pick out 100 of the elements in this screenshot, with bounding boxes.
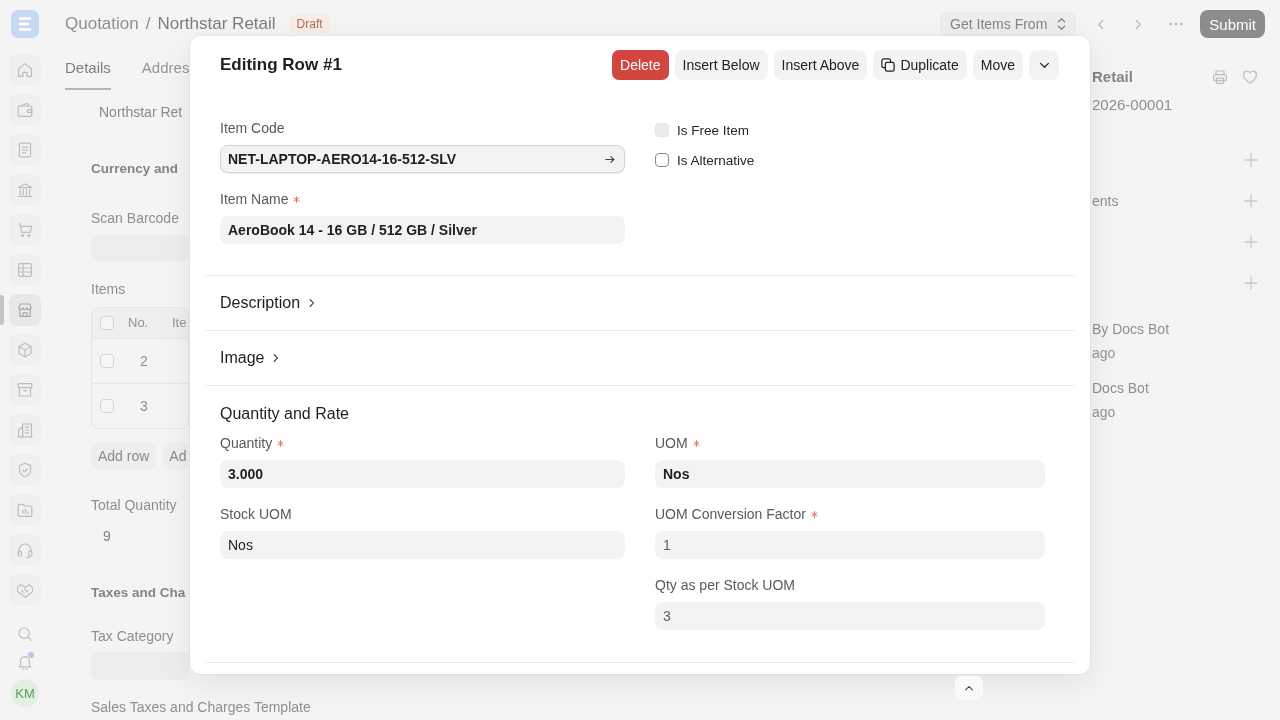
input-field[interactable]	[91, 235, 189, 262]
chevron-left-icon	[1096, 18, 1104, 30]
search-icon	[17, 626, 33, 642]
status-badge: Draft	[289, 14, 330, 34]
add-button[interactable]	[1244, 275, 1258, 290]
document-icon	[17, 142, 33, 158]
folder-chart-icon	[17, 502, 33, 518]
action-button[interactable]: Move	[972, 50, 1023, 80]
heart-icon	[1242, 69, 1258, 85]
section-title: Quantity and Rate	[220, 404, 349, 424]
action-button[interactable]: Insert Below	[674, 50, 768, 80]
handshake-icon	[17, 582, 33, 598]
copy-icon	[881, 58, 896, 72]
field-label: Tax Category	[91, 627, 174, 645]
checkbox[interactable]	[655, 153, 669, 167]
add-button[interactable]	[1244, 193, 1258, 208]
plus-icon	[1244, 275, 1258, 290]
row-number-cell: 3	[140, 397, 148, 415]
section-toggle[interactable]: Description	[220, 294, 316, 312]
bank-icon	[17, 182, 33, 198]
sidebar-nav-button[interactable]	[9, 254, 41, 286]
tab[interactable]: Details	[65, 48, 111, 90]
duplicate-button[interactable]: Duplicate	[873, 50, 967, 80]
field-label: Sales Taxes and Charges Template	[91, 698, 311, 716]
input-field[interactable]	[91, 652, 189, 680]
activity-text: Docs Bot	[1092, 379, 1149, 397]
input-field[interactable]: 3.000	[220, 460, 625, 488]
sidebar-nav-button[interactable]	[9, 54, 41, 86]
logo-icon	[11, 10, 39, 38]
row-number-cell: 2	[140, 352, 148, 370]
cart-icon	[17, 222, 33, 238]
field-label: Scan Barcode	[91, 209, 179, 227]
activity-time: ago	[1092, 403, 1116, 421]
input-field[interactable]: Nos	[220, 531, 625, 559]
sidebar-nav-button[interactable]	[9, 294, 41, 326]
delete-button[interactable]: Delete	[612, 50, 669, 80]
sidebar-nav-button[interactable]	[9, 494, 41, 526]
plus-icon	[1244, 152, 1258, 167]
sidebar-link-label: ents	[1092, 192, 1119, 209]
sidebar-nav-button[interactable]	[9, 534, 41, 566]
column-header: Ite	[171, 314, 187, 332]
page-title: Northstar Retail	[157, 14, 276, 34]
row-checkbox[interactable]	[100, 354, 114, 368]
printer-icon	[1212, 69, 1228, 85]
sidebar-nav-button[interactable]	[9, 174, 41, 206]
chevron-down-icon	[1038, 61, 1050, 69]
document-number: 2026-00001	[1092, 96, 1173, 114]
section-toggle[interactable]: Image	[220, 349, 280, 367]
action-button[interactable]: Insert Above	[773, 50, 868, 80]
checkbox-label: Is Alternative	[677, 152, 755, 168]
section-heading: Currency and	[91, 160, 179, 178]
field-label: Items	[91, 280, 126, 298]
field-label: Qty as per Stock UOM	[655, 576, 796, 594]
input-field[interactable]: 1	[655, 531, 1045, 559]
input-field[interactable]: 3	[655, 602, 1045, 630]
row-checkbox[interactable]	[100, 399, 114, 413]
field-label: Item Name	[220, 190, 289, 208]
sidebar-nav-button[interactable]	[9, 134, 41, 166]
checkbox-label: Is Free Item	[677, 122, 749, 138]
table-icon	[17, 262, 33, 278]
search-button[interactable]	[15, 624, 35, 644]
print-button[interactable]	[1212, 69, 1228, 85]
column-header: No.	[127, 314, 149, 332]
dialog-title: Editing Row #1	[220, 54, 343, 76]
input-field[interactable]: AeroBook 14 - 16 GB / 512 GB / Silver	[220, 216, 625, 244]
more-icon	[1169, 22, 1184, 26]
sidebar-nav-button[interactable]	[9, 414, 41, 446]
sidebar-nav-button[interactable]	[9, 94, 41, 126]
sidebar-nav-button[interactable]	[9, 574, 41, 606]
plus-icon	[1244, 234, 1258, 249]
bell-icon	[17, 654, 33, 670]
input-field[interactable]: Nos	[655, 460, 1045, 488]
shield-check-icon	[17, 462, 33, 478]
sidebar-nav-button[interactable]	[9, 214, 41, 246]
collapse-button[interactable]	[955, 676, 983, 700]
document-title: Retail	[1092, 68, 1134, 86]
breadcrumb-separator: /	[145, 14, 151, 34]
sidebar-nav-button[interactable]	[9, 374, 41, 406]
select-all-checkbox[interactable]	[100, 316, 114, 330]
store-icon	[17, 302, 33, 318]
more-actions-button[interactable]	[1029, 50, 1059, 80]
sidebar-nav-button[interactable]	[9, 334, 41, 366]
archive-box-icon	[17, 382, 33, 398]
input-field[interactable]: NET-LAPTOP-AERO14-16-512-SLV	[220, 145, 625, 173]
field-label: UOM Conversion Factor	[655, 505, 806, 523]
field-label: UOM	[655, 434, 688, 452]
field-value: 9	[102, 527, 111, 545]
field-label: Quantity	[220, 434, 273, 452]
up-down-chevron-icon	[1057, 17, 1067, 31]
plus-icon	[1244, 193, 1258, 208]
headset-icon	[17, 542, 33, 558]
like-button[interactable]	[1242, 69, 1258, 85]
cube-icon	[17, 342, 33, 358]
chevron-right-icon	[1134, 18, 1142, 30]
add-button[interactable]	[1244, 152, 1258, 167]
activity-text: By Docs Bot	[1092, 320, 1170, 338]
add-button[interactable]	[1244, 234, 1258, 249]
sidebar-nav-button[interactable]	[9, 454, 41, 486]
activity-time: ago	[1092, 344, 1116, 362]
wallet-icon	[17, 102, 33, 118]
